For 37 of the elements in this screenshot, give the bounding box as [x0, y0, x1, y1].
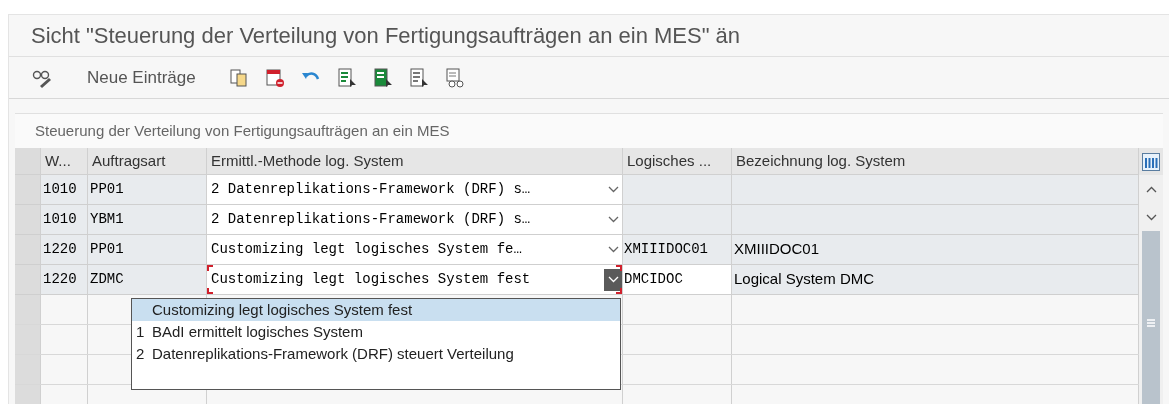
row-selector[interactable] — [15, 205, 41, 234]
dropdown-option[interactable]: Customizing legt logisches System fest — [132, 299, 620, 321]
select-all-icon[interactable] — [335, 66, 358, 89]
new-entries-button[interactable]: Neue Einträge — [87, 64, 196, 91]
method-dropdown[interactable]: 2 Datenreplikations-Framework (DRF) s… — [207, 205, 623, 234]
scrollbar-thumb[interactable] — [1142, 231, 1160, 404]
delete-icon[interactable] — [263, 66, 286, 89]
glasses-document-icon[interactable] — [443, 66, 466, 89]
dropdown-caret-icon[interactable] — [604, 268, 622, 291]
column-header[interactable]: Logisches ... — [623, 148, 732, 174]
method-dropdown[interactable]: Customizing legt logisches System fest — [207, 265, 623, 294]
window-title: Sicht "Steuerung der Verteilung von Fertigungsaufträgen an ein MES" än — [9, 15, 1169, 57]
logical-system-field[interactable]: DMCIDOC — [623, 265, 732, 294]
row-selector[interactable] — [15, 325, 41, 354]
dropdown-option[interactable]: 1 BAdI ermittelt logisches System — [132, 321, 620, 343]
method-dropdown[interactable]: 2 Datenreplikations-Framework (DRF) s… — [207, 175, 623, 204]
table-cell: 1010 — [41, 205, 88, 234]
dropdown-option[interactable]: 2 Datenreplikations-Framework (DRF) steuert Verteilung — [132, 343, 620, 365]
table-caption: Steuerung der Verteilung von Fertigungsaufträgen an ein MES — [34, 120, 451, 141]
row-selector[interactable] — [15, 235, 41, 264]
table-cell: 1220 — [41, 235, 88, 264]
deselect-icon[interactable] — [407, 66, 430, 89]
copy-icon[interactable] — [227, 66, 250, 89]
row-selector[interactable] — [15, 265, 41, 294]
row-selector[interactable] — [15, 355, 41, 384]
logical-system-field[interactable]: XMIIIDOC01 — [623, 235, 732, 264]
column-header[interactable]: Auftragsart — [88, 148, 207, 174]
method-dropdown[interactable]: Customizing legt logisches System fe… — [207, 235, 623, 264]
row-selector[interactable] — [15, 175, 41, 204]
table-settings-icon[interactable] — [1142, 152, 1160, 171]
table-cell: 1010 — [41, 175, 88, 204]
table-cell: 1220 — [41, 265, 88, 294]
column-header[interactable]: W... — [41, 148, 88, 174]
select-block-icon[interactable] — [371, 66, 394, 89]
column-header[interactable]: Ermittl.-Methode log. System — [207, 148, 623, 174]
row-selector[interactable] — [15, 295, 41, 324]
select-all-corner[interactable] — [15, 148, 41, 174]
